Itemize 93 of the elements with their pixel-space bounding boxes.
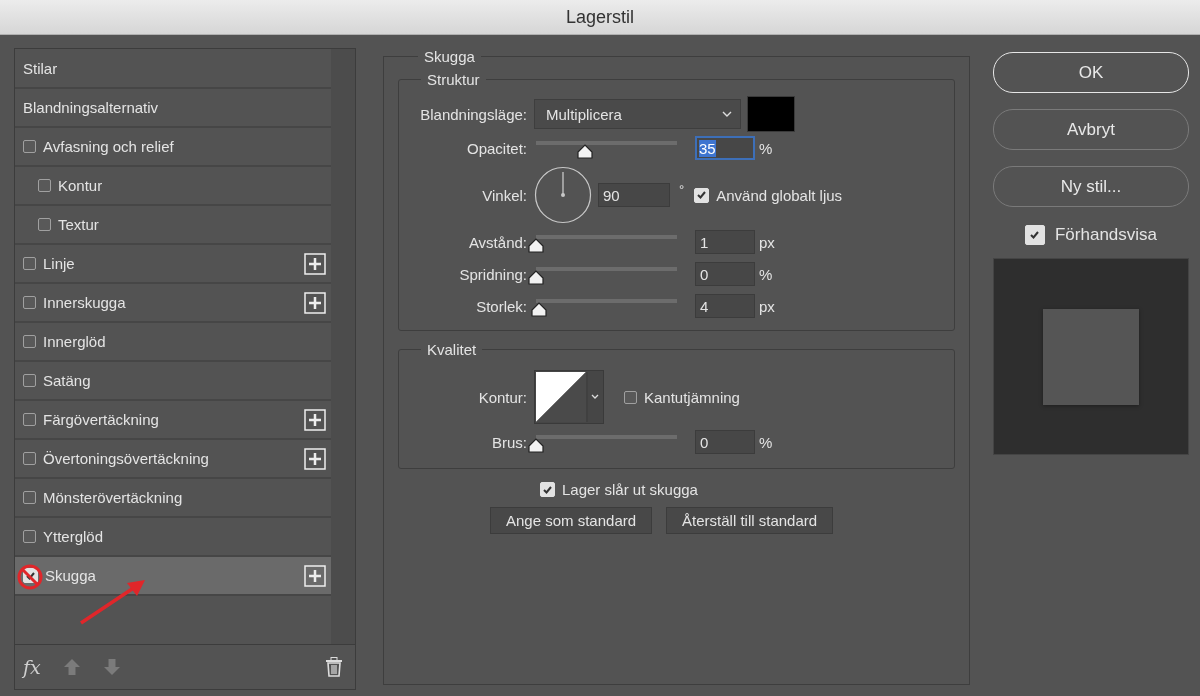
- add-button[interactable]: [304, 291, 326, 314]
- number-field[interactable]: 90: [598, 183, 670, 207]
- add-button[interactable]: [304, 252, 326, 275]
- dialog-button[interactable]: OK: [993, 52, 1189, 93]
- item-label: Kontur: [58, 177, 104, 194]
- item-label: Innerglöd: [43, 333, 107, 350]
- trash-icon[interactable]: [325, 657, 343, 677]
- checkbox[interactable]: [23, 374, 36, 387]
- checkmark-icon: [1030, 231, 1040, 239]
- field-label: Brus:: [491, 433, 527, 451]
- dialog-button[interactable]: Ny stil...: [993, 166, 1189, 207]
- style-list-item[interactable]: Avfasning och relief: [15, 128, 331, 167]
- number-field[interactable]: 0: [695, 262, 755, 286]
- slider-thumb[interactable]: [528, 270, 544, 285]
- checkbox-label: Lager slår ut skugga: [562, 481, 698, 498]
- field-label: Vinkel:: [481, 186, 527, 204]
- style-list-item[interactable]: Textur: [15, 206, 331, 245]
- number-field[interactable]: 0: [695, 430, 755, 454]
- style-list-item[interactable]: Innerskugga: [15, 284, 331, 323]
- unit-label: px: [759, 233, 775, 251]
- style-list-item[interactable]: Färgövertäckning: [15, 401, 331, 440]
- item-label: Övertoningsövertäckning: [43, 450, 210, 467]
- style-list-item[interactable]: Övertoningsövertäckning: [15, 440, 331, 479]
- checkbox-label: Använd globalt ljus: [716, 186, 843, 204]
- field-label: Storlek:: [475, 297, 527, 315]
- item-label: Ytterglöd: [43, 528, 105, 545]
- unit-label: %: [759, 433, 773, 451]
- style-list-item[interactable]: Innerglöd: [15, 323, 331, 362]
- field-label: Blandningsläge:: [419, 105, 527, 123]
- style-list-item[interactable]: Stilar: [15, 50, 331, 89]
- default-button[interactable]: Återställ till standard: [666, 507, 834, 534]
- item-label: Blandningsalternativ: [23, 99, 160, 116]
- default-button[interactable]: Ange som standard: [490, 507, 653, 534]
- slider-thumb[interactable]: [528, 238, 544, 253]
- section-title: Skugga: [423, 48, 476, 65]
- checkbox[interactable]: [23, 413, 36, 426]
- number-field[interactable]: 35: [695, 136, 755, 160]
- add-button[interactable]: [304, 447, 326, 470]
- checkmark-icon: [26, 571, 35, 580]
- checkmark-icon: [543, 485, 552, 494]
- slider-thumb[interactable]: [528, 438, 544, 453]
- dialog-button[interactable]: Avbryt: [993, 109, 1189, 150]
- checkbox[interactable]: [23, 452, 36, 465]
- checkbox-label: Kantutjämning: [644, 388, 740, 406]
- field-label: Spridning:: [458, 265, 527, 283]
- item-label: Satäng: [43, 372, 92, 389]
- style-list-item[interactable]: Kontur: [15, 167, 331, 206]
- color-swatch[interactable]: [747, 96, 795, 132]
- field-label: Kontur:: [477, 388, 527, 406]
- style-list-item[interactable]: Mönsterövertäckning: [15, 479, 331, 518]
- slider-thumb[interactable]: [530, 302, 547, 317]
- checkbox[interactable]: [23, 335, 36, 348]
- unit-label: °: [679, 182, 685, 197]
- checkbox[interactable]: [38, 179, 51, 192]
- field-label: Avstånd:: [467, 233, 527, 251]
- item-label: Avfasning och relief: [43, 138, 175, 155]
- item-label: Textur: [58, 216, 100, 233]
- item-label: Färgövertäckning: [43, 411, 160, 428]
- number-field[interactable]: 4: [695, 294, 755, 318]
- style-list-item[interactable]: Skugga: [15, 557, 331, 596]
- checkbox[interactable]: [624, 390, 637, 404]
- add-button[interactable]: [304, 564, 326, 587]
- chevron-down-icon: [722, 111, 732, 117]
- fx-button[interactable]: fx: [23, 656, 41, 678]
- field-label: Opacitet:: [465, 139, 527, 157]
- checkbox[interactable]: [23, 530, 36, 543]
- checkmark-icon: [697, 191, 707, 199]
- item-label: Stilar: [23, 60, 59, 77]
- checkbox[interactable]: [38, 218, 51, 231]
- checkbox[interactable]: [23, 140, 36, 153]
- contour-picker[interactable]: [534, 370, 604, 424]
- checkbox[interactable]: [23, 491, 36, 504]
- checkbox[interactable]: [23, 296, 36, 309]
- unit-label: %: [759, 139, 773, 157]
- add-button[interactable]: [304, 408, 326, 431]
- dropdown[interactable]: Multiplicera: [534, 99, 741, 129]
- group-title: Struktur: [426, 71, 481, 88]
- unit-label: px: [759, 297, 775, 315]
- prohibition-icon: [17, 564, 43, 590]
- style-list-item[interactable]: Satäng: [15, 362, 331, 401]
- angle-dial[interactable]: [534, 166, 592, 224]
- group-title: Kvalitet: [426, 341, 478, 358]
- item-label: Innerskugga: [43, 294, 127, 311]
- unit-label: %: [759, 265, 773, 283]
- window-title: Lagerstil: [565, 6, 634, 28]
- number-field[interactable]: 1: [695, 230, 755, 254]
- checkbox[interactable]: [23, 257, 36, 270]
- item-label: Mönsterövertäckning: [43, 489, 184, 506]
- style-list-item[interactable]: Linje: [15, 245, 331, 284]
- item-label: Linje: [43, 255, 76, 272]
- checkbox-label: Förhandsvisa: [1054, 225, 1158, 245]
- item-label: Skugga: [45, 567, 97, 584]
- style-list-item[interactable]: Blandningsalternativ: [15, 89, 331, 128]
